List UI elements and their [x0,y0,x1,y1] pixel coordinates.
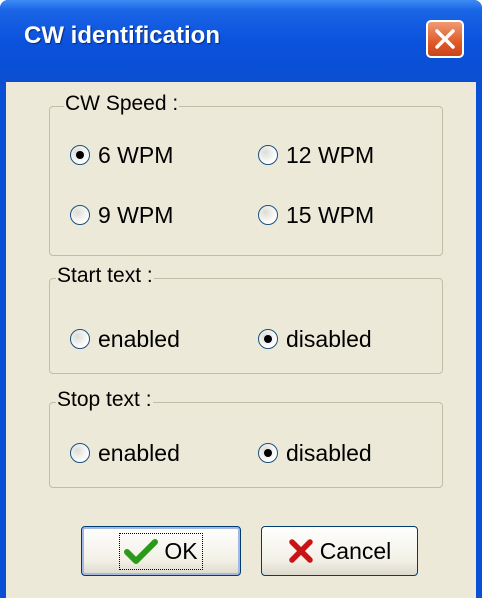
radio-circle [70,443,90,463]
start-text-enabled-radio[interactable]: enabled [70,325,180,353]
radio-circle [70,145,90,165]
radio-circle [258,145,278,165]
radio-circle [258,329,278,349]
window-title: CW identification [24,22,220,49]
ok-button-label: OK [164,537,198,564]
stop-text-enabled-radio[interactable]: enabled [70,439,180,467]
radio-circle [70,205,90,225]
radio-label: 12 WPM [286,141,375,168]
radio-label: enabled [98,439,180,466]
stop-text-legend: Stop text : [56,388,153,412]
radio-15-wpm[interactable]: 15 WPM [258,201,374,229]
radio-label: 15 WPM [286,201,375,228]
cancel-button-content: Cancel [288,537,392,565]
stop-text-group: Stop text : enabled disabled [49,388,443,488]
radio-label: 9 WPM [98,201,174,228]
radio-9-wpm[interactable]: 9 WPM [70,201,173,229]
cw-speed-group: CW Speed : 6 WPM 12 WPM 9 WPM 15 WPM [49,92,443,256]
radio-6-wpm[interactable]: 6 WPM [70,141,173,169]
cancel-button[interactable]: Cancel [261,526,418,576]
x-mark-icon [288,539,313,563]
radio-label: disabled [286,439,372,466]
cw-speed-legend: CW Speed : [64,92,180,116]
radio-circle [70,329,90,349]
dialog-body: CW Speed : 6 WPM 12 WPM 9 WPM 15 WPM Sta… [6,82,476,598]
title-bar[interactable]: CW identification [0,0,482,86]
radio-circle [258,205,278,225]
dialog-window: CW identification CW Speed : 6 WPM 12 WP… [0,0,482,598]
stop-text-disabled-radio[interactable]: disabled [258,439,372,467]
cancel-button-label: Cancel [319,537,392,564]
start-text-disabled-radio[interactable]: disabled [258,325,372,353]
radio-12-wpm[interactable]: 12 WPM [258,141,374,169]
close-icon [435,29,455,49]
close-button[interactable] [426,20,464,58]
radio-label: enabled [98,325,180,352]
radio-circle [258,443,278,463]
start-text-group: Start text : enabled disabled [49,264,443,374]
radio-label: 6 WPM [98,141,174,168]
start-text-legend: Start text : [56,264,154,288]
checkmark-icon [124,539,159,564]
ok-button-content: OK [119,532,203,570]
radio-label: disabled [286,325,372,352]
ok-button[interactable]: OK [81,526,241,576]
